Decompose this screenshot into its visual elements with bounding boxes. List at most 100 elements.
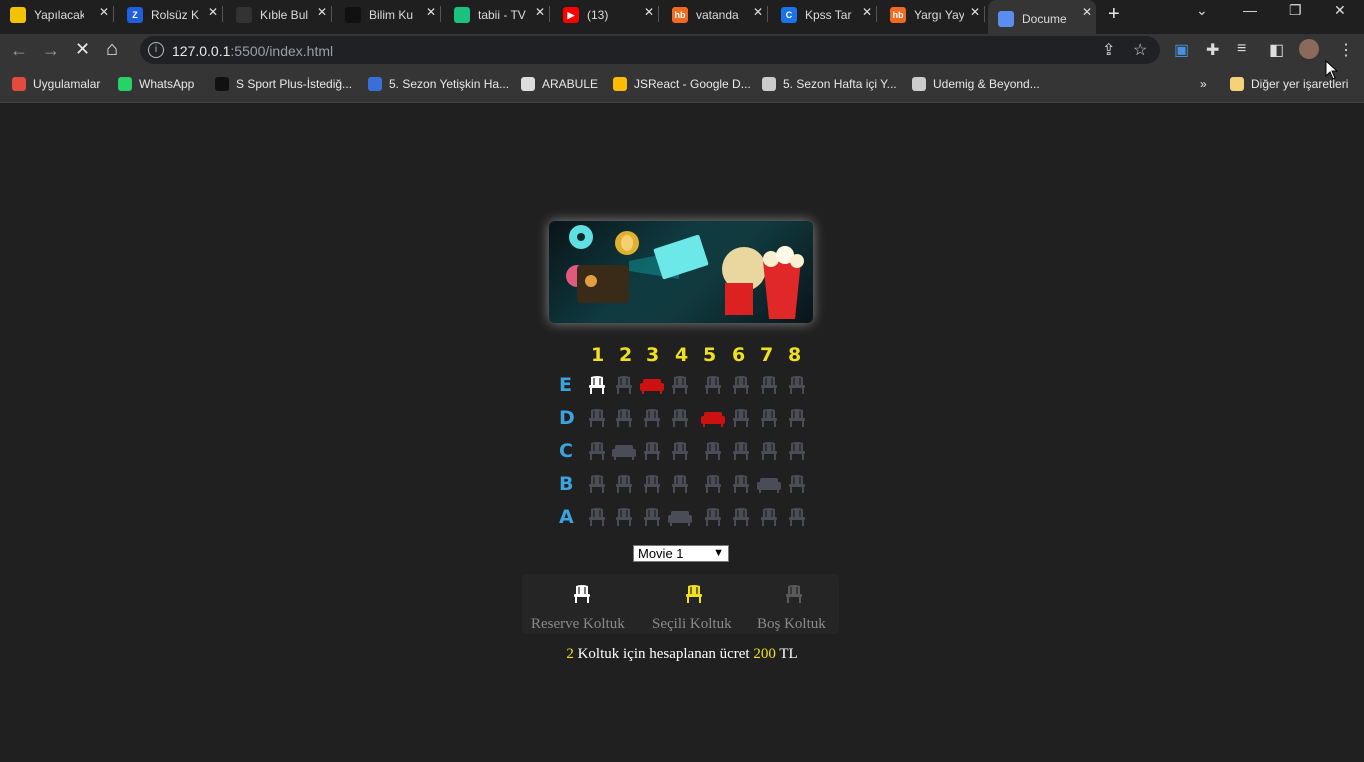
tab-7[interactable]: hb vatanda ✕ — [662, 0, 768, 26]
profile-avatar[interactable] — [1299, 39, 1319, 59]
seat-e4[interactable] — [670, 375, 690, 395]
seat-d3[interactable] — [642, 408, 662, 428]
restore-button[interactable]: ❐ — [1289, 2, 1302, 19]
seat-e2[interactable] — [614, 375, 634, 395]
tab-1[interactable]: Yapılacak ✕ — [0, 0, 114, 26]
bookmark-item[interactable]: Uygulamalar — [12, 77, 100, 91]
movie-select[interactable]: Movie 1 ▼ — [633, 545, 729, 562]
seat-c5[interactable] — [703, 441, 723, 461]
seat-e3[interactable] — [639, 375, 665, 395]
seat-b4[interactable] — [670, 474, 690, 494]
seat-e6[interactable] — [731, 375, 751, 395]
bookmark-item[interactable]: WhatsApp — [118, 77, 194, 91]
seat-d7[interactable] — [759, 408, 779, 428]
stop-loading-icon[interactable]: ✕ — [75, 39, 90, 60]
close-tab-icon[interactable]: ✕ — [970, 5, 980, 19]
seat-d4[interactable] — [670, 408, 690, 428]
back-arrow-icon[interactable]: ← — [10, 40, 28, 61]
seat-a6[interactable] — [731, 507, 751, 527]
side-panel-icon[interactable]: ◧ — [1269, 40, 1284, 60]
seat-b8[interactable] — [787, 474, 807, 494]
bookmarks-overflow-button[interactable]: » — [1200, 77, 1207, 91]
seat-a4[interactable] — [667, 507, 693, 527]
tab-2[interactable]: Z Rolsüz K ✕ — [117, 0, 223, 26]
bookmark-item[interactable]: ARABULE — [521, 77, 598, 91]
seat-a1[interactable] — [587, 507, 607, 527]
bookmark-item[interactable]: S Sport Plus-İstediğ... — [215, 77, 352, 91]
close-window-button[interactable]: ✕ — [1334, 2, 1346, 19]
seat-e8[interactable] — [787, 375, 807, 395]
seat-b2[interactable] — [614, 474, 634, 494]
tab-6[interactable]: ▶ (13) ✕ — [553, 0, 659, 26]
tab-3[interactable]: Kıble Bul ✕ — [226, 0, 332, 26]
close-tab-icon[interactable]: ✕ — [862, 5, 872, 19]
seat-b7[interactable] — [756, 474, 782, 494]
bookmark-item[interactable]: Udemig & Beyond... — [912, 77, 1040, 91]
close-tab-icon[interactable]: ✕ — [535, 5, 545, 19]
tab-9[interactable]: hb Yargı Yay ✕ — [880, 0, 985, 26]
seat-b1[interactable] — [587, 474, 607, 494]
seat-d1[interactable] — [587, 408, 607, 428]
seat-e1[interactable] — [587, 375, 607, 395]
bookmark-favicon-icon — [12, 77, 26, 91]
seat-d8[interactable] — [787, 408, 807, 428]
menu-dots-icon[interactable]: ⋮ — [1338, 40, 1354, 60]
bookmark-item[interactable]: 5. Sezon Hafta içi Y... — [762, 77, 897, 91]
bookmark-star-icon[interactable]: ☆ — [1133, 40, 1147, 60]
seat-d2[interactable] — [614, 408, 634, 428]
seat-c7[interactable] — [759, 441, 779, 461]
close-tab-icon[interactable]: ✕ — [644, 5, 654, 19]
seat-c4[interactable] — [670, 441, 690, 461]
price-summary: 2 Koltuk için hesaplanan ücret 200 TL — [0, 646, 1364, 663]
share-icon[interactable]: ⇪ — [1102, 40, 1115, 60]
seat-c1[interactable] — [587, 441, 607, 461]
forward-arrow-icon[interactable]: → — [42, 40, 60, 61]
site-info-icon[interactable]: i — [148, 42, 164, 58]
seat-b6[interactable] — [731, 474, 751, 494]
seat-c3[interactable] — [642, 441, 662, 461]
seat-d5[interactable] — [700, 408, 726, 428]
bookmark-label: Udemig & Beyond... — [933, 77, 1040, 91]
seat-c2[interactable] — [611, 441, 637, 461]
tab-4[interactable]: Bilim Ku ✕ — [335, 0, 441, 26]
seat-a8[interactable] — [787, 507, 807, 527]
tab-8[interactable]: C Kpss Tar ✕ — [771, 0, 877, 26]
column-number: 1 — [591, 344, 605, 366]
url-text[interactable]: 127.0.0.1:5500/index.html — [172, 43, 333, 59]
tab-5[interactable]: tabii - TV ✕ — [444, 0, 550, 26]
bookmark-item[interactable]: 5. Sezon Yetişkin Ha... — [368, 77, 509, 91]
close-tab-icon[interactable]: ✕ — [317, 5, 327, 19]
minimize-button[interactable]: — — [1243, 2, 1257, 18]
seat-e7[interactable] — [759, 375, 779, 395]
seat-a2[interactable] — [614, 507, 634, 527]
tab-title: vatanda — [696, 8, 739, 22]
seat-b3[interactable] — [642, 474, 662, 494]
media-control-icon[interactable]: ≡ — [1237, 40, 1246, 58]
close-tab-icon[interactable]: ✕ — [753, 5, 763, 19]
bookmark-label: 5. Sezon Hafta içi Y... — [783, 77, 897, 91]
seat-c8[interactable] — [787, 441, 807, 461]
total-price: 200 — [753, 646, 776, 662]
tab-search-icon[interactable]: ⌄ — [1196, 2, 1208, 19]
close-tab-icon[interactable]: ✕ — [426, 5, 436, 19]
seat-d6[interactable] — [731, 408, 751, 428]
seat-a5[interactable] — [703, 507, 723, 527]
tab-10[interactable]: Docume ✕ — [988, 0, 1096, 34]
close-tab-icon[interactable]: ✕ — [1082, 5, 1092, 19]
seat-a7[interactable] — [759, 507, 779, 527]
seat-a3[interactable] — [642, 507, 662, 527]
row-label-e: E — [559, 374, 572, 396]
close-tab-icon[interactable]: ✕ — [208, 5, 218, 19]
home-icon[interactable]: ⌂ — [106, 38, 118, 61]
extensions-icon[interactable]: ✚ — [1206, 40, 1219, 60]
seat-b5[interactable] — [703, 474, 723, 494]
tab-title: Rolsüz K — [151, 8, 200, 22]
bookmark-item[interactable]: JSReact - Google D... — [613, 77, 751, 91]
close-tab-icon[interactable]: ✕ — [99, 5, 109, 19]
new-tab-button[interactable]: + — [1108, 3, 1120, 26]
tab-title: Docume — [1022, 12, 1067, 26]
translate-icon[interactable]: ▣ — [1174, 40, 1189, 60]
column-number: 4 — [675, 344, 689, 366]
seat-c6[interactable] — [731, 441, 751, 461]
seat-e5[interactable] — [703, 375, 723, 395]
